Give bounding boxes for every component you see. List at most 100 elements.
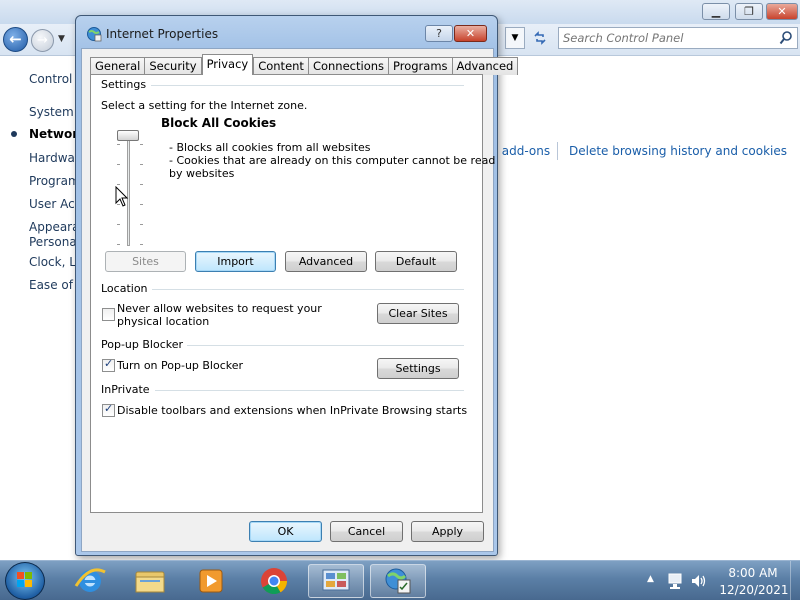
tab-programs[interactable]: Programs	[388, 57, 453, 75]
ok-button[interactable]: OK	[249, 521, 322, 542]
sidebar-item-hardware[interactable]: Hardwa	[29, 151, 75, 165]
volume-icon[interactable]	[689, 572, 707, 590]
internet-explorer-icon	[74, 568, 106, 592]
import-button[interactable]: Import	[195, 251, 276, 272]
clock-time[interactable]: 8:00 AM	[720, 566, 786, 580]
taskbar-chrome[interactable]	[246, 564, 302, 598]
inprivate-group-label: InPrivate	[101, 383, 154, 396]
slider-tick	[117, 184, 120, 185]
inprivate-disable-toolbars-label: Disable toolbars and extensions when InP…	[117, 404, 468, 417]
dialog-close-button[interactable]: ✕	[454, 25, 487, 42]
tab-advanced[interactable]: Advanced	[451, 57, 519, 75]
never-allow-location-label-2: physical location	[117, 315, 210, 328]
taskbar-control-panel[interactable]	[308, 564, 364, 598]
inprivate-disable-toolbars-checkbox[interactable]: ✓	[102, 402, 115, 417]
apply-button[interactable]: Apply	[411, 521, 484, 542]
location-group-line	[149, 289, 464, 290]
tab-strip: General Security Privacy Content Connect…	[90, 54, 519, 75]
slider-tick	[140, 204, 143, 205]
internet-properties-icon	[385, 568, 411, 594]
recent-pages-dropdown[interactable]: ▼	[58, 34, 65, 44]
slider-tick	[117, 244, 120, 245]
refresh-icon	[534, 31, 546, 45]
network-icon[interactable]	[666, 572, 684, 590]
start-button[interactable]	[5, 562, 45, 600]
taskbar: ▲ 8:00 AM 12/20/2021	[0, 560, 800, 601]
dialog-body: General Security Privacy Content Connect…	[81, 48, 519, 552]
zone-prompt: Select a setting for the Internet zone.	[101, 99, 308, 112]
help-button[interactable]: ?	[425, 25, 453, 42]
privacy-level-description-1: - Blocks all cookies from all websites	[169, 141, 371, 154]
advanced-button[interactable]: Advanced	[285, 251, 367, 272]
never-allow-location-label-1: Never allow websites to request your	[117, 302, 322, 315]
inprivate-group-line	[155, 390, 464, 391]
clock-date[interactable]: 12/20/2021	[718, 583, 790, 597]
settings-group-line	[151, 85, 464, 86]
minimize-button[interactable]: ▁	[702, 3, 730, 20]
tab-privacy[interactable]: Privacy	[201, 54, 254, 75]
control-panel-icon	[322, 569, 350, 591]
checkmark-icon: ✓	[104, 402, 114, 415]
taskbar-internet-properties[interactable]	[370, 564, 426, 598]
slider-tick	[117, 224, 120, 225]
manage-addons-link[interactable]: r add-ons	[493, 144, 550, 158]
popup-group-label: Pop-up Blocker	[101, 338, 188, 351]
refresh-button[interactable]	[528, 27, 552, 49]
tab-connections[interactable]: Connections	[307, 57, 390, 75]
privacy-tab-panel: Settings Select a setting for the Intern…	[90, 74, 495, 513]
show-hidden-icons-button[interactable]: ▲	[647, 574, 654, 584]
address-dropdown-button[interactable]: ▼	[505, 27, 525, 49]
forward-button[interactable]: →	[31, 29, 54, 52]
sidebar-item-user-accounts[interactable]: User Acc	[29, 197, 81, 211]
back-button[interactable]: ←	[3, 27, 28, 52]
delete-browsing-history-link[interactable]: Delete browsing history and cookies	[569, 144, 787, 158]
tab-general[interactable]: General	[90, 57, 146, 75]
sites-button[interactable]: Sites	[105, 251, 186, 272]
dialog-title: Internet Properties	[106, 27, 219, 41]
taskbar-internet-explorer[interactable]	[62, 564, 118, 598]
sidebar-item-appearance[interactable]: Appeara	[29, 220, 79, 234]
tab-security[interactable]: Security	[144, 57, 202, 75]
folder-icon	[135, 571, 165, 593]
taskbar-file-explorer[interactable]	[122, 564, 178, 598]
search-icon[interactable]	[779, 30, 793, 46]
internet-properties-dialog: Internet Properties ? ✕ General Security…	[75, 15, 519, 556]
privacy-level-description-2: - Cookies that are already on this compu…	[169, 154, 496, 167]
chrome-icon	[261, 568, 288, 595]
search-box[interactable]	[558, 27, 798, 49]
cancel-button[interactable]: Cancel	[330, 521, 403, 542]
slider-tick	[117, 164, 120, 165]
checkmark-icon: ✓	[104, 357, 114, 370]
slider-tick	[140, 184, 143, 185]
popup-settings-button[interactable]: Settings	[377, 358, 459, 379]
popup-blocker-label: Turn on Pop-up Blocker	[117, 359, 244, 372]
privacy-level-title: Block All Cookies	[161, 116, 277, 130]
default-button[interactable]: Default	[375, 251, 457, 272]
current-category-bullet	[11, 131, 17, 137]
slider-tick	[140, 164, 143, 165]
dialog-titlebar: Internet Properties	[86, 20, 218, 48]
settings-group-label: Settings	[101, 78, 151, 91]
location-group-label: Location	[101, 282, 152, 295]
taskbar-media-player[interactable]	[183, 564, 239, 598]
maximize-button[interactable]: ❐	[735, 3, 763, 20]
privacy-level-description-3: by websites	[169, 167, 235, 180]
close-window-button[interactable]: ✕	[766, 3, 798, 20]
search-input[interactable]	[563, 30, 773, 46]
windows-logo-icon	[17, 572, 32, 587]
sidebar-item-personalization[interactable]: Personal	[29, 235, 80, 249]
sidebar-item-programs[interactable]: Program	[29, 174, 80, 188]
mouse-cursor-icon	[115, 186, 129, 207]
popup-group-line	[177, 345, 464, 346]
slider-tick	[140, 224, 143, 225]
privacy-slider-thumb[interactable]	[117, 130, 139, 141]
never-allow-location-checkbox[interactable]	[102, 308, 115, 321]
system-tray: ▲ 8:00 AM 12/20/2021	[640, 561, 800, 601]
popup-blocker-checkbox[interactable]: ✓	[102, 357, 115, 372]
show-desktop-button[interactable]	[790, 561, 800, 601]
tab-content[interactable]: Content	[253, 57, 309, 75]
slider-tick	[140, 244, 143, 245]
clear-sites-button[interactable]: Clear Sites	[377, 303, 459, 324]
media-player-icon	[199, 569, 223, 593]
slider-tick	[117, 144, 120, 145]
